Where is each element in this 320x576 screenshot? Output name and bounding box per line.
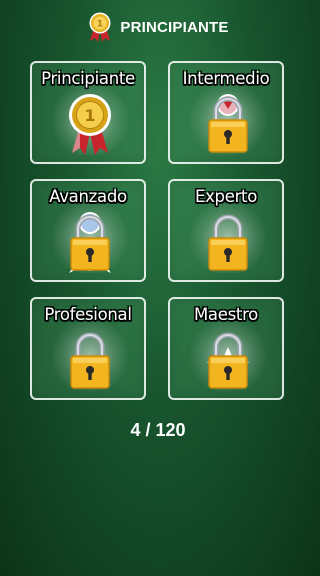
medal-icon: 1 xyxy=(89,12,111,42)
level-tile-intermedio[interactable]: Intermedio xyxy=(168,61,284,164)
level-tile-experto[interactable]: Experto xyxy=(168,179,284,282)
svg-text:1: 1 xyxy=(84,106,95,125)
lock-icon xyxy=(70,332,110,389)
lock-icon xyxy=(69,212,111,273)
progress-counter: 4 / 120 xyxy=(130,420,186,440)
lock-icon xyxy=(207,332,249,389)
level-tile-principiante[interactable]: Principiante 1 xyxy=(30,61,146,164)
lock-icon xyxy=(208,94,248,153)
page-title: PRINCIPIANTE xyxy=(120,18,229,36)
level-tile-profesional[interactable]: Profesional xyxy=(30,297,146,400)
svg-text:1: 1 xyxy=(97,20,103,30)
lock-icon xyxy=(208,214,248,271)
level-tile-maestro[interactable]: Maestro xyxy=(168,297,284,400)
header: 1 PRINCIPIANTE xyxy=(0,10,316,44)
medal-icon: 1 xyxy=(69,94,111,155)
level-tile-avanzado[interactable]: Avanzado xyxy=(30,179,146,282)
